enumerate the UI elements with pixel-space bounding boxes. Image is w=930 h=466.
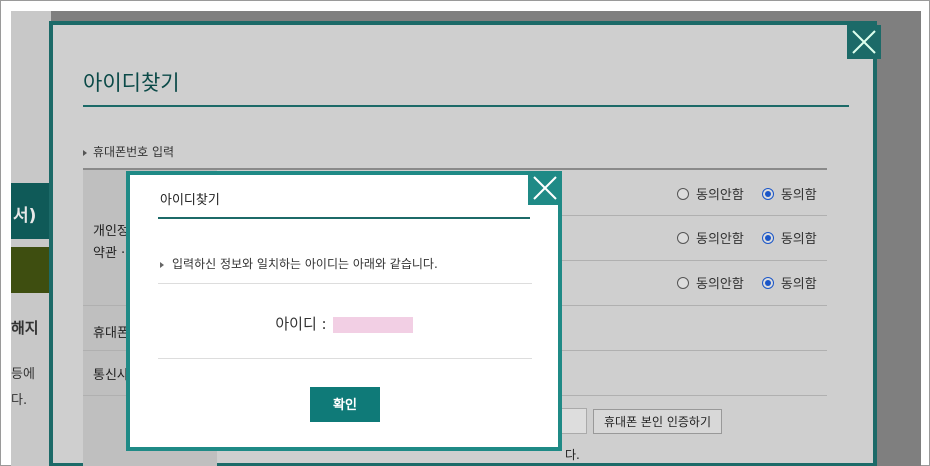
dialog-message: 입력하신 정보와 일치하는 아이디는 아래와 같습니다. [160,255,438,272]
close-icon [533,176,557,200]
dialog-close-button[interactable] [528,171,562,205]
phone-verify-button[interactable]: 휴대폰 본인 인증하기 [593,409,722,434]
found-id-label: 아이디 : [275,315,327,333]
screen-frame: 서) 해지 등에 다. 아이디찾기 휴대폰번호 입력 개인정 약관 · 휴대폰 … [0,0,930,466]
radio-disagree[interactable] [677,187,689,200]
consent-radio-group: 동의안함 동의함 [677,228,817,247]
radio-label: 동의함 [780,277,817,292]
background-heading: 해지 [11,319,39,337]
close-icon [852,30,876,54]
radio-agree[interactable] [761,187,774,200]
bullet-icon [160,261,164,268]
background-text-line: 등에 [11,367,35,382]
find-id-result-dialog: 아이디찾기 입력하신 정보와 일치하는 아이디는 아래와 같습니다. 아이디 :… [126,171,562,451]
divider [158,283,532,284]
helper-text: 다. [565,448,580,462]
section-label-text: 휴대폰번호 입력 [93,145,175,159]
consent-radio-group: 동의안함 동의함 [677,273,817,292]
confirm-button[interactable]: 확인 [310,387,380,422]
dialog-title: 아이디찾기 [160,193,220,208]
radio-agree[interactable] [761,276,774,289]
radio-agree[interactable] [761,231,774,244]
found-id-value-masked [332,316,413,333]
title-divider [83,105,849,107]
dialog-title-divider [158,217,530,219]
radio-label: 동의함 [780,232,817,247]
section-label: 휴대폰번호 입력 [83,143,174,160]
terms-label: 약관 · [93,246,126,261]
radio-label: 동의안함 [696,232,744,247]
found-id-line: 아이디 : [130,313,558,334]
radio-label: 동의안함 [696,277,744,292]
consent-radio-group: 동의안함 동의함 [677,184,817,203]
dialog-message-text: 입력하신 정보와 일치하는 아이디는 아래와 같습니다. [172,257,438,271]
bullet-icon [83,149,87,156]
modal-title: 아이디찾기 [83,71,180,95]
background-nav-block: 서) [11,183,51,239]
phone-label: 휴대폰 [93,326,129,341]
divider [158,358,532,359]
terms-label: 개인정 [93,224,129,239]
radio-label: 동의안함 [696,188,744,203]
radio-disagree[interactable] [677,276,689,289]
carrier-label: 통신사 [93,368,129,383]
background-text-line: 다. [11,393,28,408]
radio-disagree[interactable] [677,231,689,244]
modal-close-button[interactable] [847,25,881,59]
background-banner-block [11,247,51,293]
radio-label: 동의함 [780,188,817,203]
